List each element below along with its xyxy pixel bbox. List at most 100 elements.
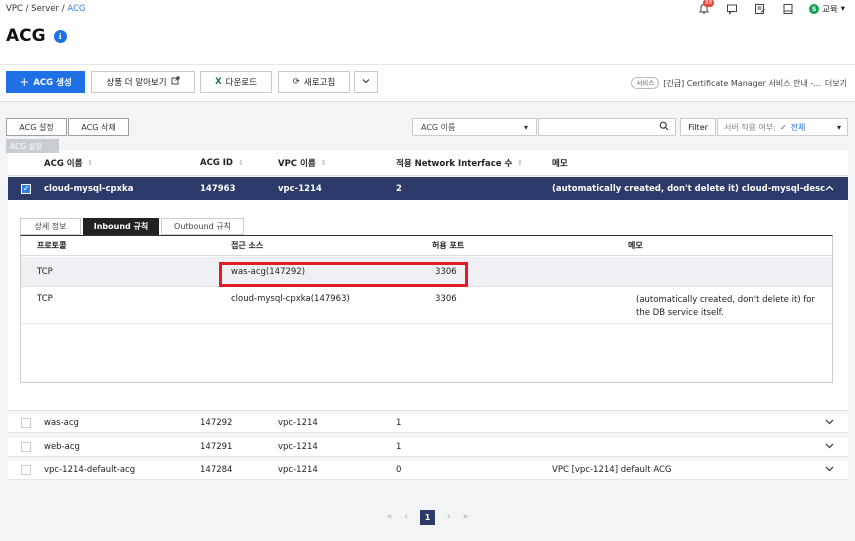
search-input[interactable] bbox=[538, 118, 676, 136]
server-apply-value: 전체 bbox=[790, 122, 806, 132]
chevron-down-icon[interactable] bbox=[825, 442, 834, 452]
header-icons: 88 S 교육 ▾ bbox=[697, 0, 845, 16]
next-page-icon[interactable]: › bbox=[447, 512, 451, 522]
download-label: 다운로드 bbox=[225, 78, 257, 88]
sort-icon[interactable]: ⇕ bbox=[517, 159, 523, 167]
prev-page-icon[interactable]: ‹ bbox=[404, 512, 408, 522]
table-row[interactable]: vpc-1214-default-acg 147284 vpc-1214 0 V… bbox=[8, 461, 848, 480]
search-field-value: ACG 이름 bbox=[421, 122, 456, 132]
learn-more-button[interactable]: 상품 더 알아보기 bbox=[91, 71, 195, 93]
page-title: ACG ℹ bbox=[6, 26, 67, 46]
refresh-button[interactable]: ⟳ 새로고침 bbox=[278, 71, 350, 93]
create-acg-label: ACG 생성 bbox=[33, 78, 72, 88]
page-number-current[interactable]: 1 bbox=[420, 509, 435, 525]
tab-inbound-rules[interactable]: Inbound 규칙 bbox=[83, 218, 159, 235]
last-page-icon[interactable]: » bbox=[463, 512, 469, 522]
row-checkbox[interactable]: ✓ bbox=[21, 183, 31, 194]
top-header: VPC / Server / ACG ACG ℹ 88 S 교육 ▾ bbox=[0, 0, 855, 64]
column-header-source: 접근 소스 bbox=[231, 241, 264, 250]
acg-setting-button[interactable]: ACG 설정 bbox=[6, 118, 67, 136]
table-row-selected[interactable]: ✓ cloud-mysql-cpxka 147963 vpc-1214 2 (a… bbox=[8, 177, 848, 200]
book-icon[interactable] bbox=[781, 2, 795, 16]
table-row[interactable]: web-acg 147291 vpc-1214 1 bbox=[8, 438, 848, 457]
create-acg-button[interactable]: + ACG 생성 bbox=[6, 71, 85, 93]
bell-icon[interactable]: 88 bbox=[697, 0, 715, 16]
breadcrumb-server[interactable]: Server bbox=[31, 4, 59, 14]
cell-nic: 0 bbox=[396, 465, 402, 475]
acg-delete-button[interactable]: ACG 삭제 bbox=[68, 118, 129, 136]
refresh-icon: ⟳ bbox=[292, 77, 300, 87]
cell-protocol: TCP bbox=[37, 266, 53, 277]
sort-icon[interactable]: ⇕ bbox=[321, 159, 327, 167]
service-tag: 서비스 bbox=[631, 77, 660, 89]
cell-id: 147963 bbox=[200, 183, 236, 194]
server-apply-filter[interactable]: 서버 적용 여부: ✓ 전체 ▾ bbox=[717, 118, 848, 136]
cell-id: 147284 bbox=[200, 465, 233, 475]
column-header-id-label: ACG ID bbox=[200, 158, 233, 168]
sort-icon[interactable]: ⇕ bbox=[238, 159, 244, 167]
cell-name: web-acg bbox=[44, 442, 80, 452]
column-header-nic-label: 적용 Network Interface 수 bbox=[396, 159, 513, 169]
action-toolbar: + ACG 생성 상품 더 알아보기 X 다운로드 ⟳ 새로고침 서비스 [긴급… bbox=[0, 64, 855, 102]
cell-source: cloud-mysql-cpxka(147963) bbox=[231, 294, 350, 304]
column-header-nic[interactable]: 적용 Network Interface 수 ⇕ bbox=[396, 151, 523, 175]
inbound-rules-table: 프로토콜 접근 소스 허용 포트 메모 TCP was-acg(147292) … bbox=[20, 235, 833, 383]
edit-note-icon[interactable] bbox=[753, 2, 767, 16]
notification-badge: 88 bbox=[703, 0, 715, 7]
column-header-protocol: 프로토콜 bbox=[37, 241, 67, 250]
caret-down-icon: ▾ bbox=[523, 122, 528, 132]
download-button[interactable]: X 다운로드 bbox=[200, 71, 272, 93]
row-checkbox[interactable] bbox=[21, 442, 31, 452]
filter-bar: ACG 설정 ACG 삭제 ACG 설정 ACG 이름 ▾ Filter 서버 … bbox=[0, 113, 855, 153]
pagination: « ‹ 1 › » bbox=[0, 508, 855, 526]
cell-memo: (automatically created, don't delete it)… bbox=[636, 295, 815, 318]
breadcrumb: VPC / Server / ACG bbox=[6, 4, 86, 14]
cell-memo: (automatically created, don't delete it)… bbox=[552, 183, 826, 194]
detail-panel: 상세 정보 Inbound 규칙 Outbound 규칙 프로토콜 접근 소스 … bbox=[8, 200, 848, 411]
chat-icon[interactable] bbox=[725, 2, 739, 16]
cell-nic: 1 bbox=[396, 418, 402, 428]
column-header-id[interactable]: ACG ID ⇕ bbox=[200, 151, 244, 175]
column-header-memo: 메모 bbox=[628, 241, 643, 250]
tab-outbound-rules[interactable]: Outbound 규칙 bbox=[161, 218, 244, 235]
chevron-down-icon bbox=[362, 77, 370, 87]
cell-vpc: vpc-1214 bbox=[278, 418, 318, 428]
notice-text[interactable]: [긴급] Certificate Manager 서비스 안내 -... bbox=[663, 78, 821, 89]
chevron-down-icon[interactable] bbox=[825, 418, 834, 428]
caret-down-icon: ▾ bbox=[836, 122, 841, 132]
learn-more-label: 상품 더 알아보기 bbox=[106, 78, 167, 88]
column-header-name[interactable]: ACG 이름 ⇕ bbox=[44, 151, 93, 175]
column-header-memo: 메모 bbox=[552, 159, 568, 169]
check-icon: ✓ bbox=[779, 122, 787, 132]
breadcrumb-vpc[interactable]: VPC bbox=[6, 4, 23, 14]
notice-banner: 서비스 [긴급] Certificate Manager 서비스 안내 -...… bbox=[631, 77, 847, 89]
more-link[interactable]: 더보기 bbox=[825, 78, 847, 89]
filter-label: Filter bbox=[680, 118, 716, 136]
sort-icon[interactable]: ⇕ bbox=[87, 159, 93, 167]
info-icon[interactable]: ℹ bbox=[53, 29, 67, 43]
search-field-select[interactable]: ACG 이름 ▾ bbox=[412, 118, 537, 136]
search-icon[interactable] bbox=[659, 121, 669, 134]
highlight-box bbox=[219, 262, 468, 287]
server-apply-key: 서버 적용 여부: bbox=[724, 122, 776, 132]
chevron-down-icon[interactable] bbox=[825, 465, 834, 475]
row-checkbox[interactable] bbox=[21, 418, 31, 428]
table-row[interactable]: TCP cloud-mysql-cpxka(147963) 3306 (auto… bbox=[21, 288, 832, 324]
chevron-up-icon[interactable] bbox=[825, 184, 834, 194]
external-link-icon bbox=[171, 76, 180, 88]
row-checkbox[interactable] bbox=[21, 465, 31, 475]
cell-id: 147291 bbox=[200, 442, 233, 452]
tab-details[interactable]: 상세 정보 bbox=[20, 218, 81, 235]
user-label: 교육 bbox=[822, 5, 838, 15]
column-header-vpc-label: VPC 이름 bbox=[278, 159, 316, 169]
more-actions-button[interactable] bbox=[354, 71, 378, 93]
cell-nic: 2 bbox=[396, 183, 402, 194]
column-header-vpc[interactable]: VPC 이름 ⇕ bbox=[278, 151, 327, 175]
drag-ghost-label: ACG 설정 bbox=[6, 139, 59, 153]
first-page-icon[interactable]: « bbox=[387, 512, 393, 522]
table-row[interactable]: was-acg 147292 vpc-1214 1 bbox=[8, 414, 848, 433]
cell-nic: 1 bbox=[396, 442, 402, 452]
user-menu[interactable]: S 교육 ▾ bbox=[809, 3, 845, 15]
cell-id: 147292 bbox=[200, 418, 233, 428]
cell-vpc: vpc-1214 bbox=[278, 442, 318, 452]
